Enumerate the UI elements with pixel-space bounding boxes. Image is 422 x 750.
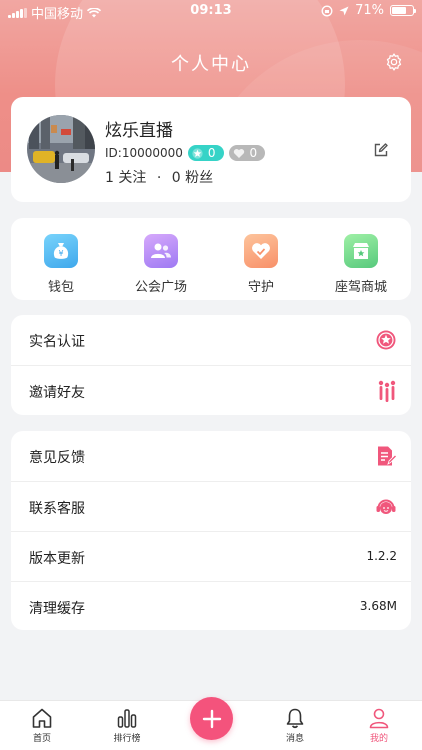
heart-badge-count: 0 (249, 146, 258, 160)
guild-icon (144, 234, 178, 268)
action-mount-shop[interactable]: 座驾商城 (311, 218, 411, 300)
guard-heart-icon (244, 234, 278, 268)
follow-count[interactable]: 1 (105, 170, 114, 186)
tab-label: 我的 (369, 734, 388, 744)
user-id-row: ID:10000000 0 0 (105, 145, 266, 161)
tab-home[interactable]: 首页 (12, 707, 72, 744)
version-value: 1.2.2 (366, 549, 397, 563)
quick-actions-card: ¥ 钱包 公会广场 守护 座驾商城 (11, 218, 411, 300)
row-feedback[interactable]: 意见反馈 (11, 431, 411, 481)
heart-icon (233, 148, 244, 158)
wallet-icon: ¥ (44, 234, 78, 268)
row-customer-service[interactable]: 联系客服 (11, 481, 411, 531)
follow-label[interactable]: 关注 (118, 170, 146, 186)
row-label: 清理缓存 (29, 601, 85, 617)
row-label: 版本更新 (29, 551, 85, 567)
customer-service-icon (376, 499, 396, 514)
star-badge-count: 0 (207, 146, 216, 160)
bell-icon (286, 708, 304, 729)
action-label: 公会广场 (134, 280, 187, 295)
username: 炫乐直播 (105, 121, 173, 141)
ranking-bars-icon (117, 709, 137, 728)
page-title: 个人中心 (171, 54, 251, 75)
profile-card[interactable]: 炫乐直播 ID:10000000 0 0 1 关注 · 0 粉丝 (11, 97, 411, 202)
edit-profile-icon[interactable] (373, 142, 389, 158)
settings-group-1: 实名认证 邀请好友 (11, 315, 411, 415)
fans-label[interactable]: 粉丝 (185, 170, 213, 186)
svg-text:¥: ¥ (58, 249, 63, 258)
action-label: 守护 (247, 280, 274, 295)
row-real-name-auth[interactable]: 实名认证 (11, 315, 411, 365)
row-label: 邀请好友 (29, 385, 85, 401)
lock-rotation-icon (321, 5, 333, 16)
location-icon (339, 6, 349, 15)
settings-gear-icon[interactable] (384, 52, 404, 72)
heart-level-badge: 0 (228, 145, 266, 161)
action-wallet[interactable]: ¥ 钱包 (11, 218, 111, 300)
row-label: 联系客服 (29, 501, 85, 517)
row-invite-friends[interactable]: 邀请好友 (11, 365, 411, 415)
follow-stats: 1 关注 · 0 粉丝 (105, 167, 213, 187)
action-guard[interactable]: 守护 (211, 218, 311, 300)
settings-group-2: 意见反馈 联系客服 版本更新 1.2.2 清理缓存 3.68M (11, 431, 411, 630)
star-level-badge: 0 (187, 145, 224, 161)
plus-icon (202, 709, 221, 728)
avatar[interactable] (27, 115, 95, 183)
tab-label: 消息 (285, 734, 304, 744)
row-clear-cache[interactable]: 清理缓存 3.68M (11, 581, 411, 631)
tab-ranking[interactable]: 排行榜 (97, 707, 157, 744)
mount-shop-icon (344, 234, 378, 268)
action-label: 座驾商城 (334, 280, 387, 295)
action-guild-square[interactable]: 公会广场 (111, 218, 211, 300)
home-icon (32, 708, 52, 728)
user-icon (369, 708, 389, 729)
row-label: 实名认证 (29, 334, 85, 350)
cache-size-value: 3.68M (359, 599, 397, 613)
stats-separator: · (156, 170, 162, 186)
invite-friends-icon (378, 380, 396, 402)
tab-label: 首页 (32, 734, 51, 744)
tab-mine[interactable]: 我的 (349, 707, 409, 744)
status-bar: 中国移动 09:13 71% (0, 0, 422, 22)
row-version-update[interactable]: 版本更新 1.2.2 (11, 531, 411, 581)
battery-percent: 71% (355, 3, 384, 18)
fans-count[interactable]: 0 (172, 170, 181, 186)
star-icon (192, 147, 203, 159)
user-id: ID:10000000 (105, 146, 183, 160)
star-badge-icon (376, 330, 396, 350)
row-label: 意见反馈 (29, 450, 85, 466)
tab-label: 排行榜 (113, 734, 141, 744)
action-label: 钱包 (47, 280, 74, 295)
feedback-icon (378, 446, 397, 466)
tab-messages[interactable]: 消息 (265, 707, 325, 744)
battery-icon (390, 5, 416, 16)
create-live-button[interactable] (190, 697, 233, 740)
